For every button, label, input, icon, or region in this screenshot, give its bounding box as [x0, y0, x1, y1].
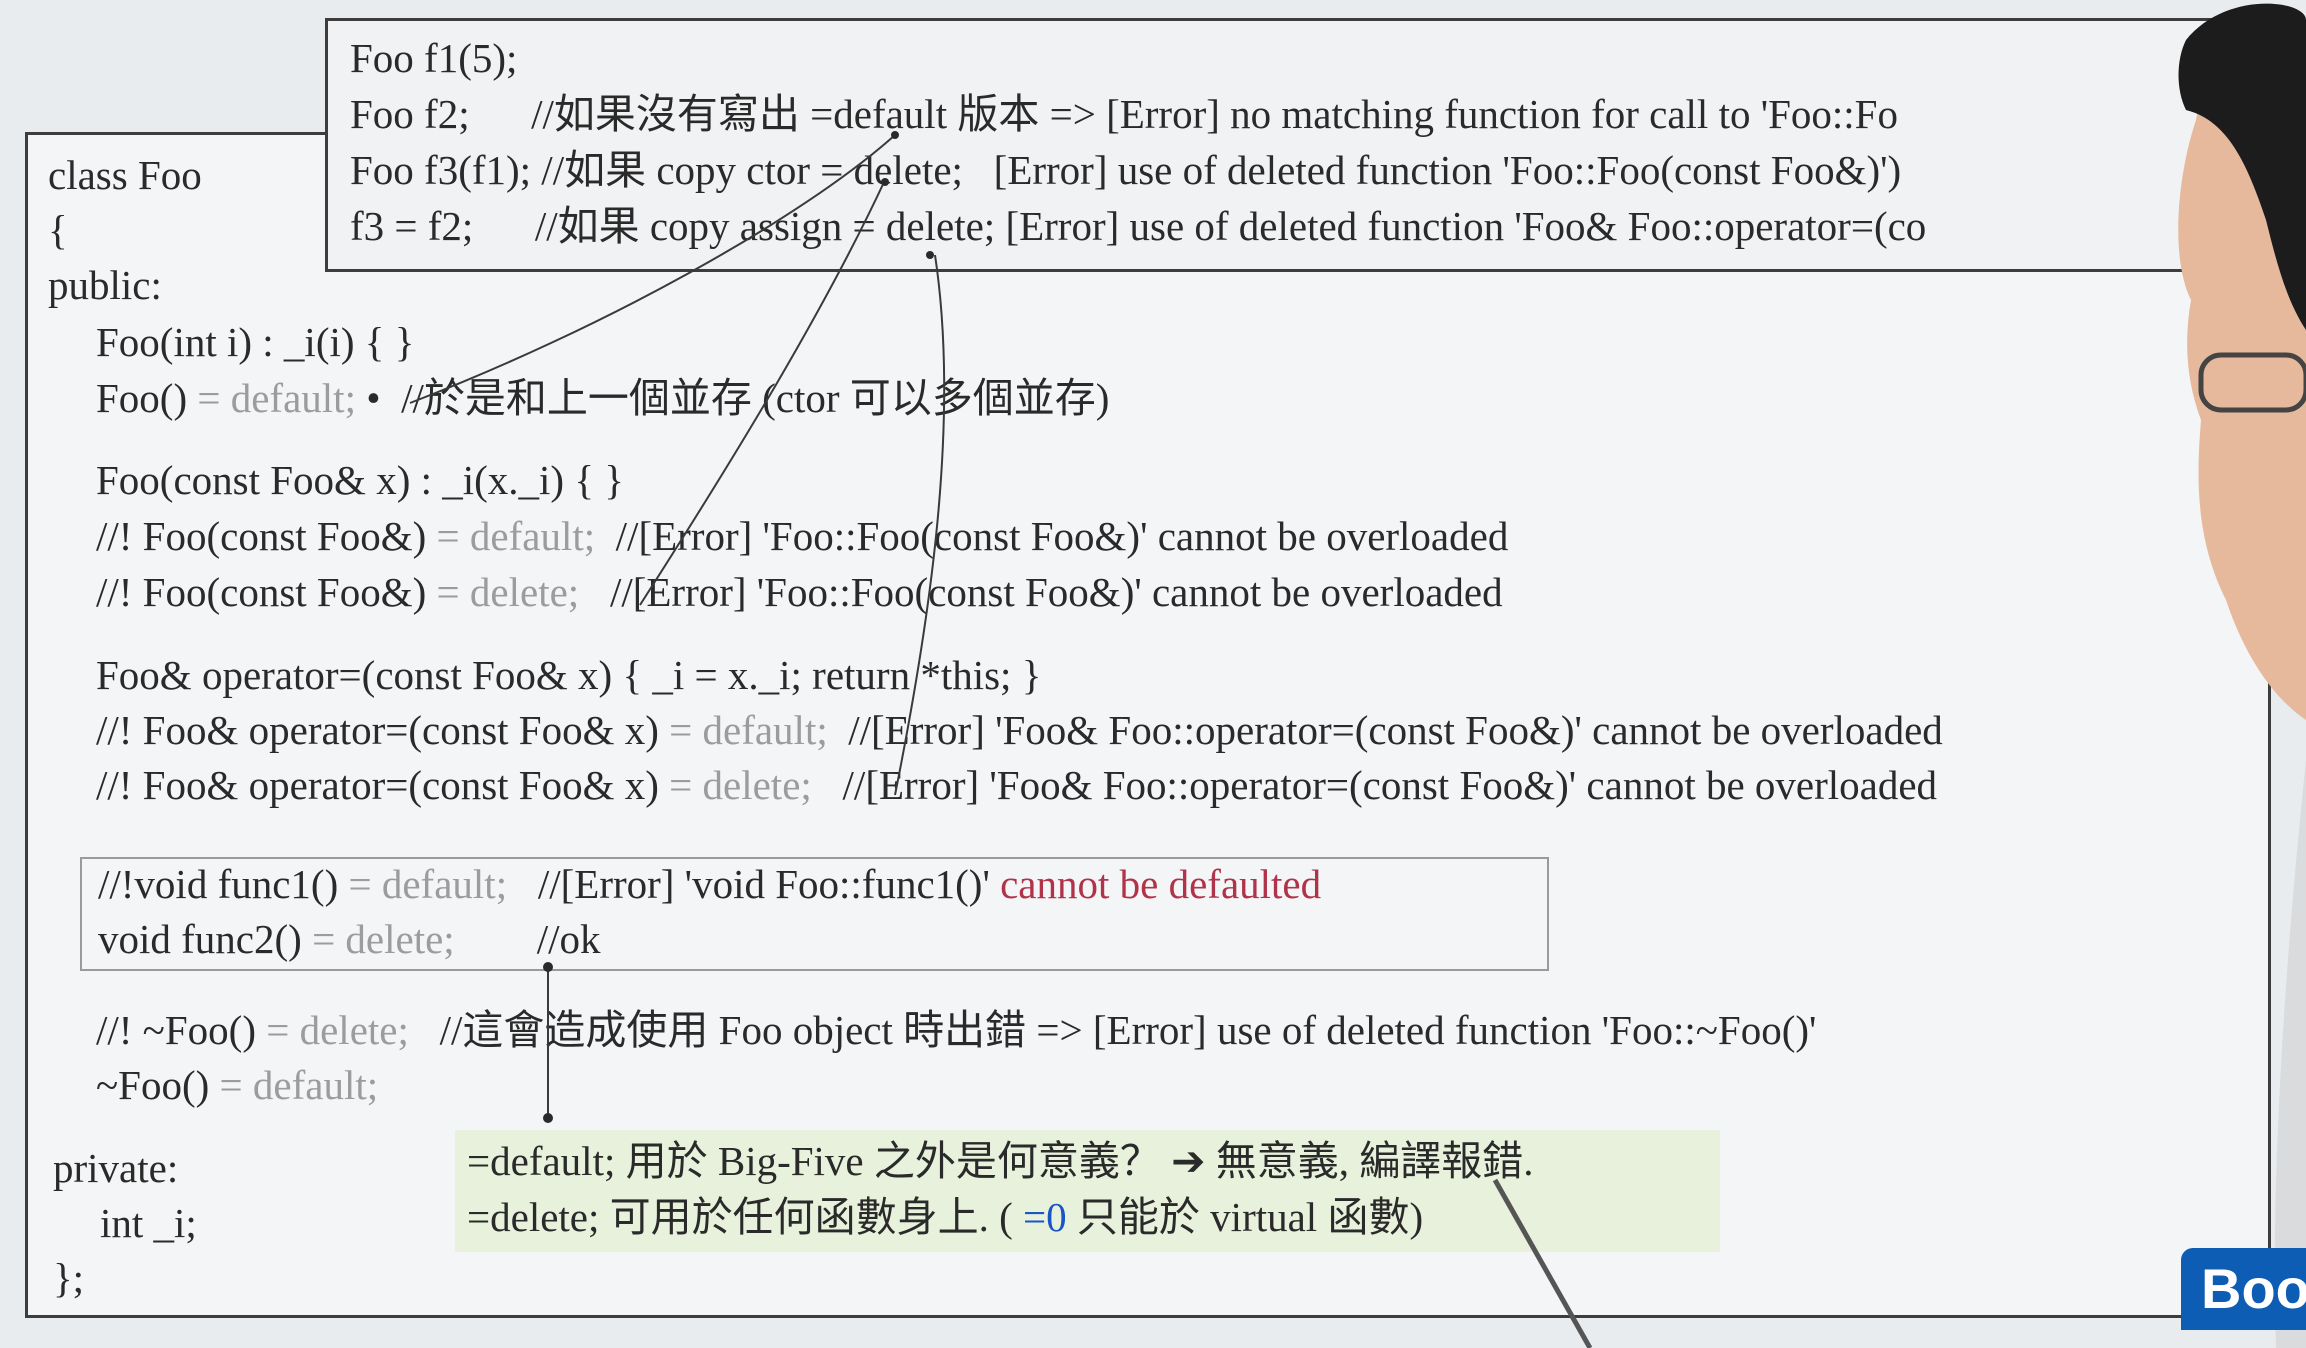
func2-comment: //ok [454, 916, 601, 962]
copy-delete-code: //! Foo(const Foo&) [96, 569, 437, 615]
func2-keyword: = delete; [312, 916, 455, 962]
copy-ctor-line: Foo(const Foo& x) : _i(x._i) { } [96, 457, 624, 503]
usage-box: Foo f1(5); Foo f2; //如果沒有寫出 =default 版本 … [325, 18, 2291, 272]
assign-line: Foo& operator=(const Foo& x) { _i = x._i… [96, 652, 1042, 698]
usage-line-f1: Foo f1(5); [350, 35, 518, 81]
func2-code: void func2() [98, 916, 313, 962]
func1-error: cannot be defaulted [1000, 861, 1322, 907]
copy-default-code: //! Foo(const Foo&) [96, 513, 437, 559]
dtor-default-code: ~Foo() [96, 1062, 220, 1108]
copy-default-comment: //[Error] 'Foo::Foo(const Foo&)' cannot … [595, 513, 1509, 559]
dtor-delete-code: //! ~Foo() [96, 1007, 267, 1053]
assign-delete-keyword: = delete; [669, 762, 812, 808]
copy-default-line: //! Foo(const Foo&) = default; //[Error]… [96, 511, 1508, 561]
public-label: public: [48, 262, 162, 308]
dtor-delete-keyword: = delete; [266, 1007, 409, 1053]
default-ctor-code: Foo() [96, 375, 198, 421]
assign-delete-comment: //[Error] 'Foo& Foo::operator=(const Foo… [811, 762, 1938, 808]
copy-delete-keyword: = delete; [436, 569, 580, 615]
usage-line-f3: Foo f3(f1); //如果 copy ctor = delete; [Er… [350, 147, 1902, 193]
slide: class Foo { public: Foo(int i) : _i(i) {… [0, 0, 2306, 1348]
brace-close: }; [53, 1255, 85, 1301]
pure-virtual-marker: =0 [1023, 1194, 1067, 1240]
brand-logo: Boo [2181, 1248, 2306, 1330]
assign-delete-code: //! Foo& operator=(const Foo& x) [96, 762, 670, 808]
brace-open: { [48, 207, 68, 253]
assign-default-comment: //[Error] 'Foo& Foo::operator=(const Foo… [827, 707, 1943, 753]
default-ctor-keyword: = default; [197, 375, 356, 421]
func1-keyword: = default; [348, 861, 508, 907]
func1-code: //!void func1() [98, 861, 349, 907]
usage-line-assign: f3 = f2; //如果 copy assign = delete; [Err… [350, 203, 1927, 249]
usage-line-f2: Foo f2; //如果沒有寫出 =default 版本 => [Error] … [350, 91, 1898, 137]
member-line: int _i; [100, 1200, 197, 1246]
assign-default-code: //! Foo& operator=(const Foo& x) [96, 707, 670, 753]
note-line-2-tail: 只能於 virtual 函數) [1066, 1194, 1424, 1240]
ctor-int-line: Foo(int i) : _i(i) { } [96, 319, 415, 365]
class-head: class Foo [48, 152, 202, 198]
note-box: =default; 用於 Big-Five 之外是何意義？ ➔ 無意義, 編譯報… [455, 1130, 1720, 1252]
default-ctor-comment: • //於是和上一個並存 (ctor 可以多個並存) [355, 375, 1110, 421]
func2-line: void func2() = delete; //ok [98, 914, 601, 964]
dtor-default-keyword: = default; [219, 1062, 379, 1108]
copy-delete-line: //! Foo(const Foo&) = delete; //[Error] … [96, 567, 1503, 617]
default-ctor-line: Foo() = default; • //於是和上一個並存 (ctor 可以多個… [96, 373, 1109, 423]
func1-line: //!void func1() = default; //[Error] 'vo… [98, 859, 1321, 909]
presenter-image [2178, 3, 2306, 1348]
assign-default-keyword: = default; [669, 707, 828, 753]
func-box: //!void func1() = default; //[Error] 'vo… [80, 857, 1549, 971]
func1-comment: //[Error] 'void Foo::func1()' [507, 861, 1001, 907]
dtor-delete-line: //! ~Foo() = delete; //這會造成使用 Foo object… [96, 1005, 1816, 1055]
copy-default-keyword: = default; [436, 513, 596, 559]
assign-default-line: //! Foo& operator=(const Foo& x) = defau… [96, 705, 1943, 755]
assign-delete-line: //! Foo& operator=(const Foo& x) = delet… [96, 760, 1937, 810]
note-line-2-text: =delete; 可用於任何函數身上. ( [467, 1194, 1024, 1240]
private-label: private: [53, 1145, 179, 1191]
dtor-delete-comment: //這會造成使用 Foo object 時出錯 => [Error] use o… [408, 1007, 1817, 1053]
dtor-default-line: ~Foo() = default; [96, 1060, 378, 1110]
copy-delete-comment: //[Error] 'Foo::Foo(const Foo&)' cannot … [579, 569, 1503, 615]
note-line-2: =delete; 可用於任何函數身上. ( =0 只能於 virtual 函數) [467, 1192, 1423, 1242]
note-line-1: =default; 用於 Big-Five 之外是何意義？ ➔ 無意義, 編譯報… [467, 1138, 1534, 1184]
